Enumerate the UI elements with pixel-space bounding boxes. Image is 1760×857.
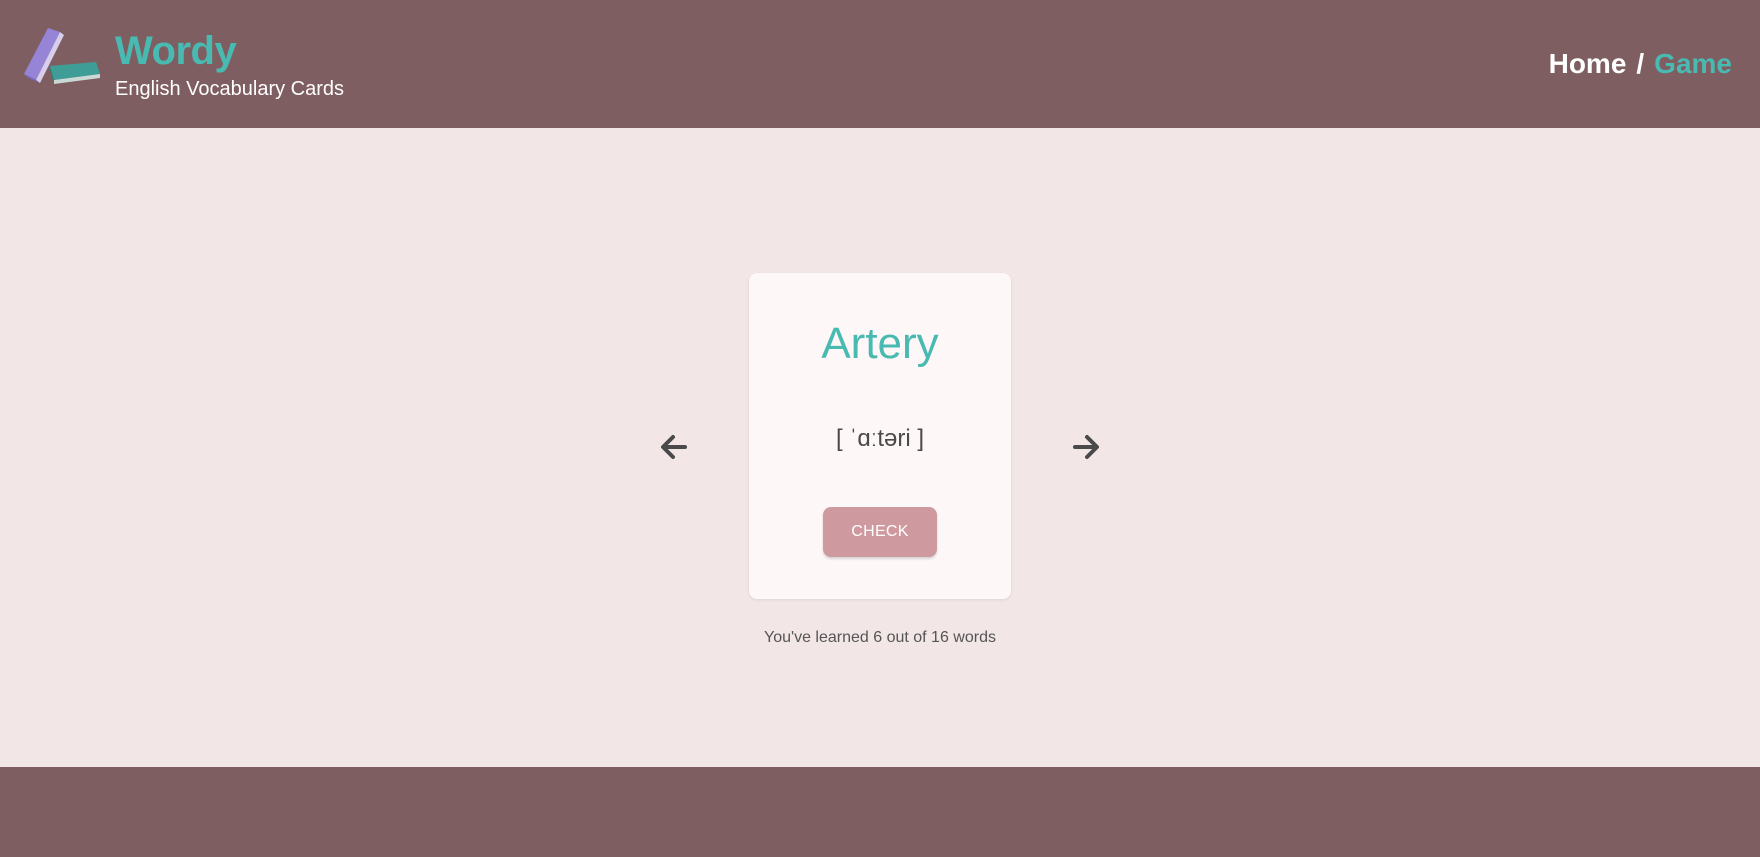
card-word: Artery bbox=[821, 319, 939, 368]
card-transcription: [ ˈɑːtəri ] bbox=[835, 425, 925, 452]
word-card: Artery [ ˈɑːtəri ] CHECK bbox=[749, 273, 1011, 599]
nav-game-link[interactable]: Game bbox=[1654, 46, 1732, 82]
app-subtitle: English Vocabulary Cards bbox=[115, 78, 345, 100]
nav-home-link[interactable]: Home bbox=[1549, 46, 1627, 82]
top-nav: Home / Game bbox=[1549, 46, 1732, 82]
nav-separator: / bbox=[1636, 48, 1645, 79]
app-title: Wordy bbox=[115, 29, 237, 73]
progress-text: You've learned 6 out of 16 words bbox=[764, 629, 996, 646]
arrow-right-icon[interactable] bbox=[1071, 432, 1101, 462]
arrow-left-icon[interactable] bbox=[659, 432, 689, 462]
footer bbox=[0, 767, 1760, 857]
header: Wordy English Vocabulary Cards Home / Ga… bbox=[0, 0, 1760, 128]
books-icon bbox=[24, 28, 100, 84]
check-button[interactable]: CHECK bbox=[823, 507, 937, 557]
